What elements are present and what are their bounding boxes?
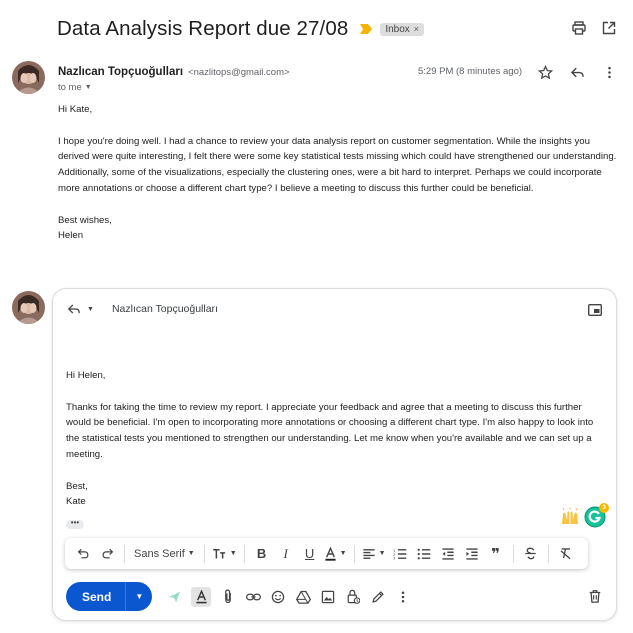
send-button-group: Send ▼: [66, 582, 153, 611]
insert-emoji-icon[interactable]: [270, 589, 286, 605]
inbox-label: Inbox: [385, 23, 410, 35]
reply-paragraph: Thanks for taking the time to review my …: [66, 401, 594, 460]
reply-signoff: Best, Kate: [66, 480, 88, 508]
message-paragraph: I hope you're doing well. I had a chance…: [58, 135, 617, 194]
chevron-down-icon: ▼: [378, 550, 386, 557]
font-family-value: Sans Serif: [134, 547, 185, 560]
paper-plane-icon[interactable]: [166, 589, 182, 605]
toolbar-divider: [547, 544, 549, 563]
send-row: Send ▼: [66, 582, 411, 611]
formatting-options-icon[interactable]: [191, 586, 212, 607]
grammarly-icon[interactable]: 3: [584, 503, 609, 528]
open-in-new-window-icon[interactable]: [601, 20, 617, 36]
insert-link-icon[interactable]: [245, 589, 261, 605]
indent-less-icon[interactable]: [438, 543, 458, 565]
message-body: Hi Kate, I hope you're doing well. I had…: [58, 102, 618, 260]
subject-bar: Data Analysis Report due 27/08 Inbox ×: [57, 14, 425, 44]
toolbar-divider: [203, 544, 205, 563]
chevron-down-icon: ▼: [229, 550, 237, 557]
discard-draft-icon[interactable]: [588, 589, 602, 603]
sender-email: <nazlitops@gmail.com>: [188, 67, 290, 78]
message-time: 5:29 PM (8 minutes ago): [418, 66, 523, 77]
subject-title: Data Analysis Report due 27/08: [57, 17, 349, 40]
message-signoff: Best wishes, Helen: [58, 214, 112, 242]
bold-icon[interactable]: B: [252, 543, 272, 565]
remove-label-icon[interactable]: ×: [414, 24, 419, 34]
reply-body[interactable]: Hi Helen, Thanks for taking the time to …: [66, 368, 601, 526]
attach-file-icon[interactable]: [220, 589, 236, 605]
show-trimmed-content-button[interactable]: •••: [66, 519, 84, 529]
toolbar-divider: [512, 544, 514, 563]
recipient-details[interactable]: to me ▼: [58, 82, 92, 93]
send-button[interactable]: Send: [66, 590, 125, 604]
sender-line: Nazlıcan Topçuoğulları <nazlitops@gmail.…: [58, 66, 290, 78]
numbered-list-icon[interactable]: 123: [390, 543, 410, 565]
signature-pen-icon[interactable]: [370, 589, 386, 605]
chevron-down-icon: ▼: [339, 550, 347, 557]
reply-recipient[interactable]: Nazlıcan Topçuoğulları: [112, 303, 218, 315]
toolbar-divider: [243, 544, 245, 563]
toolbar-divider: [124, 544, 125, 563]
google-drive-icon[interactable]: [295, 589, 311, 605]
reply-avatar: [12, 291, 45, 324]
message-actions: [536, 63, 618, 81]
underline-icon[interactable]: U: [300, 543, 320, 565]
reply-icon[interactable]: [568, 63, 586, 81]
align-icon[interactable]: ▼: [362, 543, 386, 565]
important-marker-icon[interactable]: [360, 24, 373, 34]
undo-icon[interactable]: [73, 543, 93, 565]
more-options-icon[interactable]: [395, 589, 411, 605]
text-color-icon[interactable]: ▼: [324, 543, 347, 565]
indent-more-icon[interactable]: [462, 543, 482, 565]
compose-tools: [166, 586, 411, 607]
assistant-icons: 3: [560, 503, 609, 528]
toolbar-divider: [353, 544, 355, 563]
reply-type-dropdown-icon[interactable]: ▼: [87, 306, 94, 313]
formatting-toolbar: Sans Serif ▼ ▼ B I U ▼ ▼ 123 ❞: [65, 538, 588, 569]
chevron-down-icon: ▼: [187, 550, 195, 557]
reply-greeting: Hi Helen,: [66, 370, 106, 381]
sender-avatar[interactable]: [12, 61, 45, 94]
reply-type-icon[interactable]: [67, 302, 81, 316]
reply-composer[interactable]: ▼ Nazlıcan Topçuoğulları Hi Helen, Thank…: [52, 288, 617, 621]
italic-icon[interactable]: I: [276, 543, 296, 565]
bulleted-list-icon[interactable]: [414, 543, 434, 565]
reply-header: ▼ Nazlıcan Topçuoğulları: [67, 302, 218, 316]
print-icon[interactable]: [571, 20, 587, 36]
recipient-line: to me: [58, 82, 82, 93]
message-greeting: Hi Kate,: [58, 104, 93, 115]
quote-icon[interactable]: ❞: [486, 543, 506, 565]
remove-formatting-icon[interactable]: [556, 543, 576, 565]
raised-hands-emoji-icon[interactable]: [560, 508, 580, 526]
text-size-icon[interactable]: ▼: [212, 543, 237, 565]
confidential-mode-icon[interactable]: [345, 589, 361, 605]
redo-icon[interactable]: [97, 543, 117, 565]
strikethrough-icon[interactable]: [521, 543, 541, 565]
chevron-down-icon[interactable]: ▼: [85, 84, 92, 91]
thread-actions: [571, 20, 617, 36]
more-vert-icon[interactable]: [600, 63, 618, 81]
font-family-select[interactable]: Sans Serif ▼: [132, 543, 197, 565]
star-icon[interactable]: [536, 63, 554, 81]
schedule-send-dropdown-icon[interactable]: ▼: [126, 582, 152, 611]
svg-text:1: 1: [393, 548, 395, 552]
svg-text:3: 3: [393, 556, 395, 559]
sender-name[interactable]: Nazlıcan Topçuoğulları: [58, 66, 183, 78]
pop-out-reply-icon[interactable]: [588, 304, 602, 316]
grammarly-badge: 3: [599, 503, 609, 513]
insert-photo-icon[interactable]: [320, 589, 336, 605]
inbox-label-chip: Inbox ×: [380, 22, 425, 36]
